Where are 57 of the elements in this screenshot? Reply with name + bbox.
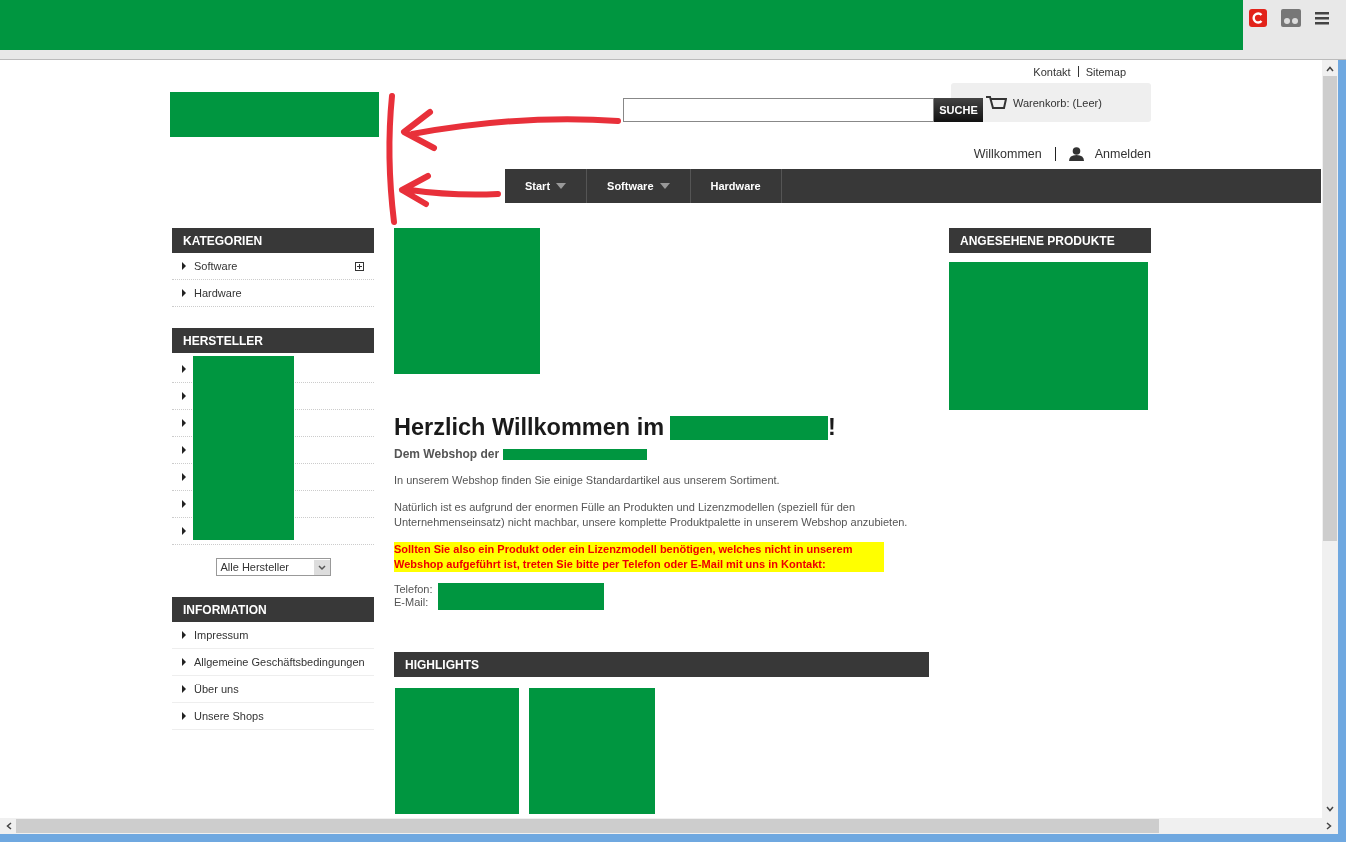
- contact-notice: Sollten Sie also ein Produkt oder ein Lizenzmodell benötigen, welches nicht in unserem Webshop aufgeführt ist, treten Sie bitte per Telefon oder E-Mail mit uns in Kontakt:: [394, 542, 884, 572]
- caret-icon: [659, 183, 670, 189]
- intro-paragraph: Natürlich ist es aufgrund der enormen Fülle an Produkten und Lizenzmodellen (speziell für den Unternehmenseinsatz) nicht machbar, unsere komplette Produktpalette in unserem Webshop anzubieten.: [394, 500, 909, 530]
- expand-icon[interactable]: [355, 261, 364, 271]
- bullet-icon: [182, 419, 186, 427]
- vertical-scrollbar[interactable]: [1322, 60, 1338, 818]
- section-header: KATEGORIEN: [172, 228, 374, 253]
- cart-label[interactable]: Warenkorb: (Leer): [1013, 96, 1102, 109]
- nav-item[interactable]: Hardware: [690, 169, 782, 203]
- scroll-right-icon[interactable]: [1326, 822, 1332, 830]
- bullet-icon: [182, 392, 186, 400]
- bullet-icon: [182, 473, 186, 481]
- information-link[interactable]: Allgemeine Geschäftsbedingungen: [194, 656, 365, 668]
- manufacturer-dropdown[interactable]: Alle Hersteller: [215, 558, 331, 576]
- bullet-icon: [182, 446, 186, 454]
- cart-icon: [985, 96, 1007, 109]
- information-link[interactable]: Impressum: [194, 629, 249, 641]
- category-link[interactable]: Software: [194, 260, 238, 272]
- bullet-icon: [182, 631, 186, 639]
- welcome-heading: Herzlich Willkommen im: [394, 414, 665, 441]
- bullet-icon: [182, 685, 186, 693]
- bullet-icon: [182, 527, 186, 535]
- user-icon: [1068, 147, 1084, 161]
- scroll-up-icon[interactable]: [1326, 66, 1334, 72]
- bullet-icon: [182, 500, 186, 508]
- caret-icon: [556, 183, 567, 189]
- scroll-down-icon[interactable]: [1326, 806, 1334, 812]
- search-field[interactable]: [623, 98, 934, 122]
- bullet-icon: [182, 365, 186, 373]
- contact-link[interactable]: Kontakt: [1033, 65, 1071, 78]
- information-link[interactable]: Unsere Shops: [194, 710, 264, 722]
- heading-mark: !: [828, 414, 836, 441]
- nav-item[interactable]: Software: [587, 169, 691, 203]
- nav-item[interactable]: Start: [505, 169, 588, 203]
- login-link[interactable]: Anmelden: [1094, 147, 1151, 161]
- section-header: INFORMATION: [172, 597, 374, 622]
- section-header: HIGHLIGHTS: [394, 652, 929, 677]
- section-header: ANGESEHENE PRODUKTE: [949, 228, 1151, 253]
- extension-icon[interactable]: [1249, 9, 1267, 27]
- bullet-icon: [182, 658, 186, 666]
- category-link[interactable]: Hardware: [194, 287, 242, 299]
- information-link[interactable]: Über uns: [194, 683, 239, 695]
- bullet-icon: [182, 712, 186, 720]
- greeting-text: Willkommen: [973, 147, 1042, 161]
- intro-paragraph: In unserem Webshop finden Sie einige Standardartikel aus unserem Sortiment.: [394, 473, 781, 488]
- scroll-left-icon[interactable]: [6, 822, 12, 830]
- search-button[interactable]: SUCHE: [934, 98, 983, 122]
- extension-icon[interactable]: [1281, 9, 1301, 27]
- menu-icon[interactable]: [1315, 11, 1329, 25]
- horizontal-scrollbar[interactable]: [0, 818, 1338, 834]
- contact-label: E-Mail:: [394, 596, 429, 608]
- sitemap-link[interactable]: Sitemap: [1085, 65, 1126, 78]
- contact-label: Telefon:: [394, 583, 433, 595]
- bullet-icon: [182, 262, 186, 270]
- welcome-subtitle: Dem Webshop der: [394, 447, 500, 461]
- section-header: HERSTELLER: [172, 328, 374, 353]
- bullet-icon: [182, 289, 186, 297]
